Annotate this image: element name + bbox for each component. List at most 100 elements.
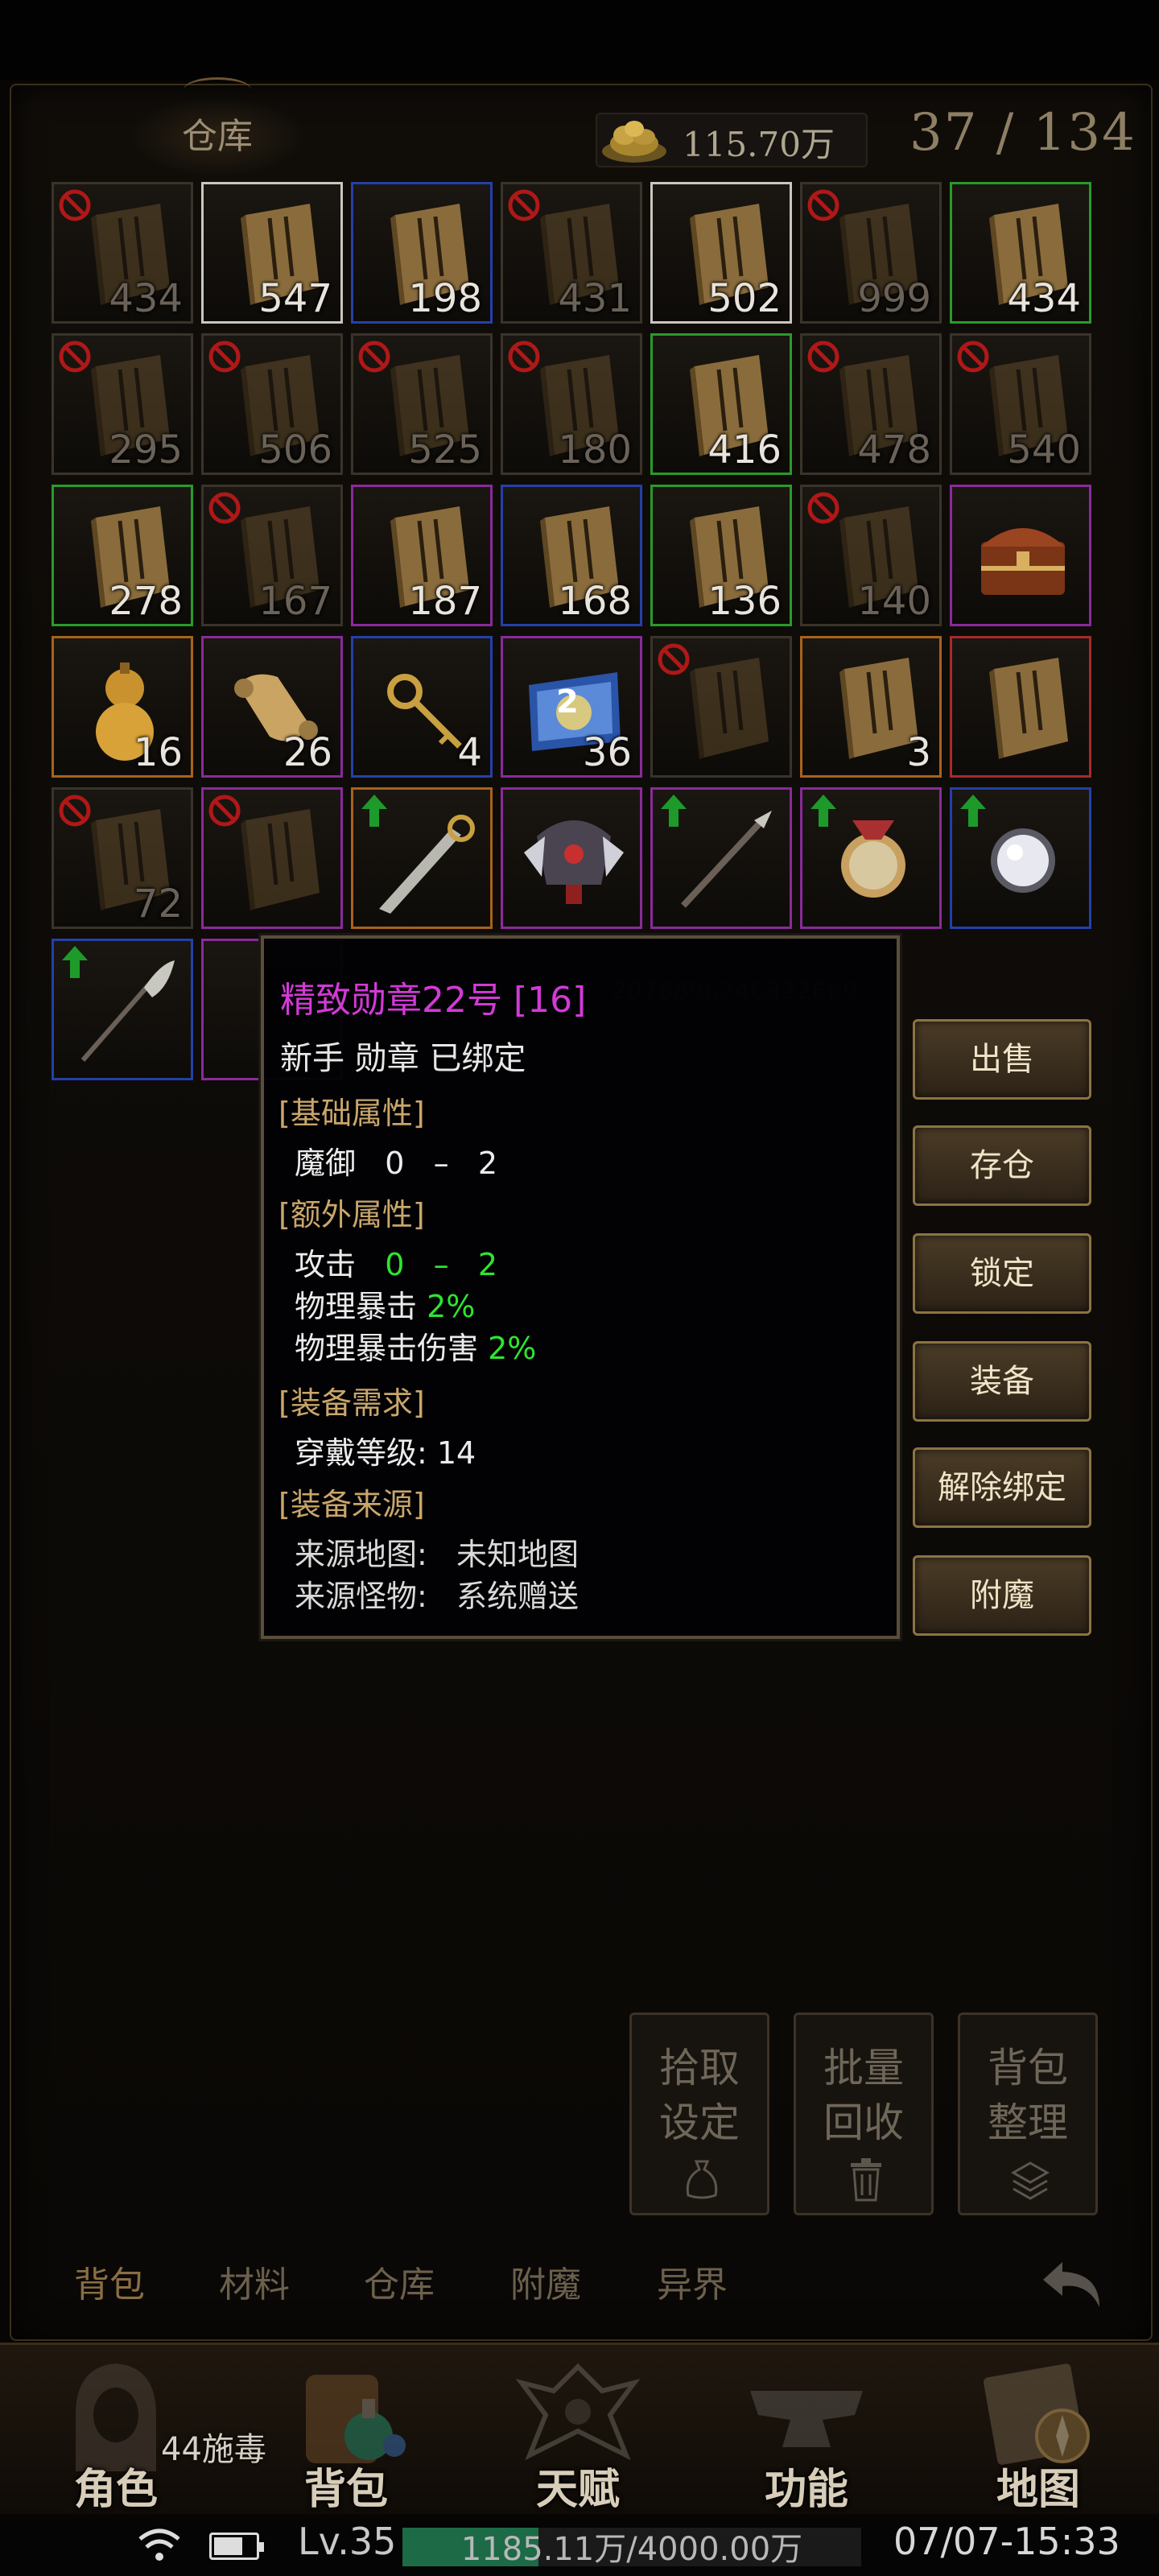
item-count: 36 bbox=[582, 730, 632, 775]
prohibited-icon bbox=[508, 189, 540, 221]
inventory-slot[interactable]: 506 bbox=[201, 333, 343, 475]
inventory-slot[interactable] bbox=[52, 939, 193, 1080]
inventory-slot[interactable] bbox=[950, 485, 1091, 626]
item-count: 478 bbox=[857, 427, 931, 473]
item-count: 180 bbox=[558, 427, 632, 473]
inventory-slot[interactable] bbox=[650, 636, 792, 778]
bag-sort-button[interactable]: 背包 整理 bbox=[958, 2013, 1098, 2215]
back-arrow-icon[interactable] bbox=[1038, 2246, 1111, 2318]
unbind-button[interactable]: 解除绑定 bbox=[913, 1447, 1091, 1528]
sell-button[interactable]: 出售 bbox=[913, 1019, 1091, 1100]
inventory-slot[interactable]: 525 bbox=[351, 333, 493, 475]
equip-button[interactable]: 装备 bbox=[913, 1341, 1091, 1422]
nav-map-label: 地图 bbox=[996, 2466, 1080, 2514]
prohibited-icon bbox=[957, 341, 989, 373]
nav-function-label: 功能 bbox=[764, 2466, 848, 2514]
inventory-slot[interactable]: 295 bbox=[52, 333, 193, 475]
store-button[interactable]: 存仓 bbox=[913, 1125, 1091, 1206]
inventory-slot[interactable] bbox=[201, 787, 343, 929]
item-count: 506 bbox=[258, 427, 332, 473]
inventory-slot[interactable]: 26 bbox=[201, 636, 343, 778]
inventory-slot[interactable]: 16 bbox=[52, 636, 193, 778]
prohibited-icon bbox=[508, 341, 540, 373]
inventory-slot[interactable]: 136 bbox=[650, 485, 792, 626]
tab-warehouse[interactable]: 仓库 bbox=[364, 2256, 435, 2307]
inventory-slot[interactable]: 2 36 bbox=[501, 636, 642, 778]
item-count: 187 bbox=[408, 579, 482, 624]
inventory-slot[interactable]: 180 bbox=[501, 333, 642, 475]
item-count: 3 bbox=[906, 730, 931, 775]
item-count: 999 bbox=[857, 276, 931, 321]
top-strip bbox=[0, 0, 1159, 80]
inventory-slot[interactable]: 502 bbox=[650, 182, 792, 324]
lock-button[interactable]: 锁定 bbox=[913, 1233, 1091, 1314]
upgrade-arrow-icon bbox=[361, 795, 387, 827]
inventory-slot[interactable]: 3 bbox=[800, 636, 942, 778]
upgrade-arrow-icon bbox=[960, 795, 986, 827]
req-wear-level: 穿戴等级: 14 bbox=[295, 1435, 476, 1471]
attr-attack: 攻击 0 – 2 bbox=[295, 1240, 497, 1284]
skill-tag: 44施毒 bbox=[161, 2431, 266, 2468]
inventory-slot[interactable] bbox=[950, 636, 1091, 778]
inventory-slot[interactable] bbox=[351, 787, 493, 929]
sort-label-1: 背包 bbox=[988, 2045, 1068, 2091]
item-count: 525 bbox=[408, 427, 482, 473]
map-item-number: 2 bbox=[556, 683, 579, 720]
source-map: 来源地图: 未知地图 bbox=[295, 1537, 580, 1572]
inventory-slot[interactable]: 198 bbox=[351, 182, 493, 324]
pickup-settings-button[interactable]: 拾取 设定 bbox=[629, 2013, 769, 2215]
map-compass-icon bbox=[984, 2363, 1090, 2465]
section-equip-source: [装备来源] bbox=[278, 1487, 425, 1522]
item-count: 431 bbox=[558, 276, 632, 321]
attr-physical-crit-damage: 物理暴击伤害 2% bbox=[295, 1323, 536, 1368]
tab-materials[interactable]: 材料 bbox=[219, 2256, 290, 2307]
battery-fill bbox=[214, 2537, 242, 2555]
nav-function[interactable]: 功能 bbox=[702, 2351, 911, 2514]
prohibited-icon bbox=[208, 795, 241, 827]
inventory-slot[interactable] bbox=[650, 787, 792, 929]
category-tabs: 背包 材料 仓库 附魔 异界 bbox=[32, 2238, 1127, 2318]
tab-bag[interactable]: 背包 bbox=[74, 2256, 145, 2307]
helm-item-icon bbox=[521, 804, 627, 917]
inventory-slot[interactable] bbox=[501, 787, 642, 929]
inventory-slot[interactable]: 478 bbox=[800, 333, 942, 475]
book-item-icon bbox=[970, 653, 1076, 766]
chest-item-icon bbox=[970, 502, 1076, 614]
inventory-slot[interactable]: 434 bbox=[52, 182, 193, 324]
section-equip-requirements: [装备需求] bbox=[278, 1385, 425, 1421]
inventory-slot[interactable] bbox=[950, 787, 1091, 929]
prohibited-icon bbox=[807, 189, 839, 221]
inventory-slot[interactable]: 999 bbox=[800, 182, 942, 324]
item-count: 434 bbox=[1007, 276, 1081, 321]
source-monster: 来源怪物: 系统赠送 bbox=[295, 1579, 580, 1614]
item-type: 新手 勋章 已绑定 bbox=[280, 1040, 526, 1077]
inventory-slot[interactable]: 278 bbox=[52, 485, 193, 626]
talent-dragon-icon bbox=[515, 2363, 641, 2461]
prohibited-icon bbox=[59, 795, 91, 827]
inventory-slot[interactable]: 168 bbox=[501, 485, 642, 626]
inventory-slot[interactable]: 167 bbox=[201, 485, 343, 626]
nav-talent[interactable]: 天赋 bbox=[473, 2351, 683, 2514]
tab-otherworld[interactable]: 异界 bbox=[657, 2256, 728, 2307]
nav-map[interactable]: 地图 bbox=[934, 2351, 1143, 2514]
enchant-button[interactable]: 附魔 bbox=[913, 1555, 1091, 1636]
inventory-slot[interactable]: 140 bbox=[800, 485, 942, 626]
item-count: 136 bbox=[707, 579, 782, 624]
inventory-slot[interactable]: 416 bbox=[650, 333, 792, 475]
batch-recycle-button[interactable]: 批量 回收 bbox=[794, 2013, 934, 2215]
inventory-slot[interactable] bbox=[800, 787, 942, 929]
inventory-slot[interactable]: 431 bbox=[501, 182, 642, 324]
crit-value: 2% bbox=[427, 1289, 476, 1324]
inventory-slot[interactable]: 72 bbox=[52, 787, 193, 929]
item-tooltip: 精致勋章22号 [16] 新手 勋章 已绑定 [基础属性] 魔御 0 – 2 [… bbox=[258, 933, 902, 1641]
upgrade-arrow-icon bbox=[62, 946, 88, 978]
player-level: Lv.35 bbox=[298, 2520, 397, 2563]
inventory-slot[interactable]: 4 bbox=[351, 636, 493, 778]
nav-bag[interactable]: 背包 bbox=[241, 2351, 451, 2514]
inventory-slot[interactable]: 434 bbox=[950, 182, 1091, 324]
tab-enchant[interactable]: 附魔 bbox=[510, 2256, 581, 2307]
inventory-slot[interactable]: 547 bbox=[201, 182, 343, 324]
inventory-slot[interactable]: 187 bbox=[351, 485, 493, 626]
item-count: 168 bbox=[558, 579, 632, 624]
inventory-slot[interactable]: 540 bbox=[950, 333, 1091, 475]
